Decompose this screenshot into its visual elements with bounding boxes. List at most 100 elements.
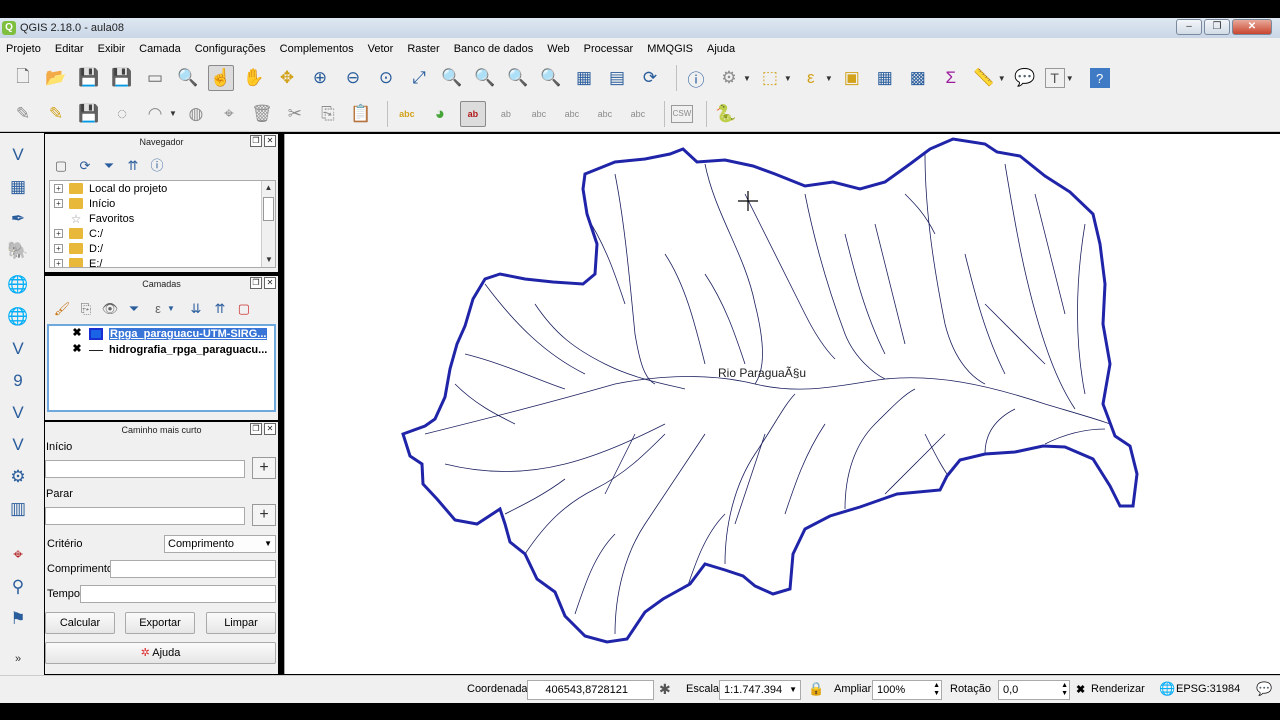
tree-item[interactable]: + D:/ (50, 241, 275, 256)
menu-processar[interactable]: Processar (584, 43, 634, 55)
menu-exibir[interactable]: Exibir (98, 43, 126, 55)
highlight-pinned-labels-icon[interactable]: ab (459, 100, 486, 127)
menu-camada[interactable]: Camada (139, 43, 181, 55)
float-panel-icon[interactable]: ❐ (250, 423, 262, 435)
browser-scrollbar[interactable]: ▲ ▼ (261, 181, 275, 267)
move-feature-icon[interactable]: ◍ (183, 101, 209, 127)
zoom-out-icon[interactable]: ⊖ (340, 65, 366, 91)
statistics-sigma-icon[interactable]: Σ (938, 65, 964, 91)
zoom-spinbox[interactable]: 100% ▲ ▼ (872, 680, 942, 700)
dropdown-arrow-icon[interactable]: ▼ (1066, 74, 1074, 83)
zoom-to-selection-icon[interactable]: 🔍 (439, 65, 465, 91)
manage-visibility-icon[interactable]: 👁 (101, 300, 119, 318)
text-annotation-icon[interactable]: T (1044, 68, 1065, 88)
refresh-icon[interactable]: ⟳ (637, 65, 663, 91)
calculate-button[interactable]: Calcular (45, 612, 115, 634)
filter-legend-icon[interactable]: ⏷ (125, 300, 143, 318)
select-by-expression-icon[interactable]: ε (798, 65, 824, 91)
crs-globe-icon[interactable]: 🌐 (1159, 681, 1175, 697)
expand-icon[interactable]: + (54, 184, 63, 193)
filter-expression-icon[interactable]: ε (149, 300, 167, 318)
float-panel-icon[interactable]: ❐ (250, 277, 262, 289)
change-label-icon[interactable]: abc (625, 101, 651, 127)
menu-vetor[interactable]: Vetor (368, 43, 394, 55)
coordinate-capture-icon[interactable]: ⚑ (4, 609, 32, 633)
minimize-button[interactable]: – (1176, 19, 1202, 35)
label-tool-icon[interactable]: abc (394, 101, 420, 127)
expand-icon[interactable]: + (54, 244, 63, 253)
tree-item[interactable]: ☆ Favoritos (50, 211, 275, 226)
map-tips-icon[interactable]: 💬 (1012, 65, 1038, 91)
dropdown-arrow-icon[interactable]: ▼ (998, 74, 1006, 83)
add-wfs-layer-icon[interactable]: V (4, 339, 32, 363)
scroll-down-icon[interactable]: ▼ (262, 253, 275, 267)
stop-point-input[interactable] (45, 507, 245, 525)
add-circular-string-icon[interactable]: ◠ (142, 101, 168, 127)
new-temp-layer-icon[interactable]: ▥ (4, 499, 32, 523)
show-hide-labels-icon[interactable]: abc (526, 101, 552, 127)
move-label-icon[interactable]: abc (559, 101, 585, 127)
layers-tree[interactable]: ✖ Rpga_paraguacu-UTM-SIRG... ✖ hidrograf… (47, 324, 276, 412)
spin-arrows-icon[interactable]: ▲ ▼ (933, 682, 940, 698)
save-project-icon[interactable]: 💾 (76, 65, 102, 91)
scroll-thumb[interactable] (263, 197, 274, 221)
basin-boundary[interactable] (401, 137, 1139, 644)
new-project-icon[interactable]: 🗋 (10, 65, 36, 91)
add-vector-layer-icon[interactable]: V (4, 145, 32, 169)
pan-touch-icon[interactable]: ☝ (208, 65, 234, 91)
menu-banco-de-dados[interactable]: Banco de dados (454, 43, 534, 55)
clear-button[interactable]: Limpar (206, 612, 276, 634)
expand-icon[interactable]: + (54, 229, 63, 238)
python-console-icon[interactable]: 🐍 (713, 101, 739, 127)
menu-web[interactable]: Web (547, 43, 569, 55)
save-as-icon[interactable]: 💾 (109, 65, 135, 91)
menu-mmqgis[interactable]: MMQGIS (647, 43, 693, 55)
menu-complementos[interactable]: Complementos (280, 43, 354, 55)
refresh-icon[interactable]: ⟳ (77, 158, 93, 174)
add-wcs-layer-icon[interactable]: 🌐 (4, 307, 32, 331)
new-bookmark-icon[interactable]: ▦ (571, 65, 597, 91)
attribute-table-icon[interactable]: ▦ (872, 65, 898, 91)
diagram-tool-icon[interactable]: ◕ (427, 101, 453, 127)
gps-tools-icon[interactable]: ⚲ (4, 577, 32, 601)
add-spatialite-layer-icon[interactable]: ✒ (4, 209, 32, 233)
pick-start-crosshair-icon[interactable]: + (252, 457, 276, 479)
messages-icon[interactable]: 💬 (1256, 681, 1272, 697)
paste-features-icon[interactable]: 📋 (348, 101, 374, 127)
new-shapefile-icon[interactable]: V (4, 435, 32, 459)
render-checkbox[interactable]: ✖ (1076, 683, 1085, 696)
zoom-next-icon[interactable]: 🔍 (538, 65, 564, 91)
open-layer-styling-icon[interactable]: 🖌 (53, 300, 71, 318)
lock-scale-icon[interactable]: 🔒 (808, 681, 824, 697)
maximize-button[interactable]: ❐ (1204, 19, 1230, 35)
map-canvas[interactable]: Rio ParaguaÃ§u (284, 134, 1280, 674)
layer-item[interactable]: ✖ Rpga_paraguacu-UTM-SIRG... (49, 326, 274, 342)
coordinate-toggle-icon[interactable]: ✱ (659, 681, 671, 698)
info-icon[interactable]: ⓘ (149, 158, 165, 174)
menu-editar[interactable]: Editar (55, 43, 84, 55)
zoom-to-layer-icon[interactable]: 🔍 (472, 65, 498, 91)
cut-features-icon[interactable]: ✂ (282, 101, 308, 127)
expand-icon[interactable]: + (54, 259, 63, 267)
layer-item[interactable]: ✖ hidrografia_rpga_paraguacu... (49, 342, 274, 358)
close-button[interactable]: ✕ (1232, 19, 1272, 35)
rotation-spinbox[interactable]: 0,0 ▲ ▼ (998, 680, 1070, 700)
expand-all-icon[interactable]: ⇊ (187, 300, 205, 318)
open-project-icon[interactable]: 📂 (43, 65, 69, 91)
scale-select[interactable]: 1:1.747.394 ▼ (719, 680, 801, 700)
add-wms-layer-icon[interactable]: 🌐 (4, 275, 32, 299)
coordinate-field[interactable]: 406543,8728121 (527, 680, 654, 700)
menu-projeto[interactable]: Projeto (6, 43, 41, 55)
toggle-editing-icon[interactable]: ✎ (43, 101, 69, 127)
start-point-input[interactable] (45, 460, 245, 478)
toolbar-expand-icon[interactable]: » (4, 653, 32, 677)
zoom-full-icon[interactable]: ⤢ (406, 65, 432, 91)
spin-arrows-icon[interactable]: ▲ ▼ (1061, 682, 1068, 698)
filter-icon[interactable]: ⏷ (101, 158, 117, 174)
help-icon[interactable]: ? (1089, 68, 1110, 88)
copy-features-icon[interactable]: ⎘ (315, 101, 341, 127)
deselect-icon[interactable]: ▣ (839, 65, 865, 91)
close-panel-icon[interactable]: ✕ (264, 135, 276, 147)
collapse-all-icon[interactable]: ⇈ (211, 300, 229, 318)
add-group-icon[interactable]: ⎘ (77, 300, 95, 318)
